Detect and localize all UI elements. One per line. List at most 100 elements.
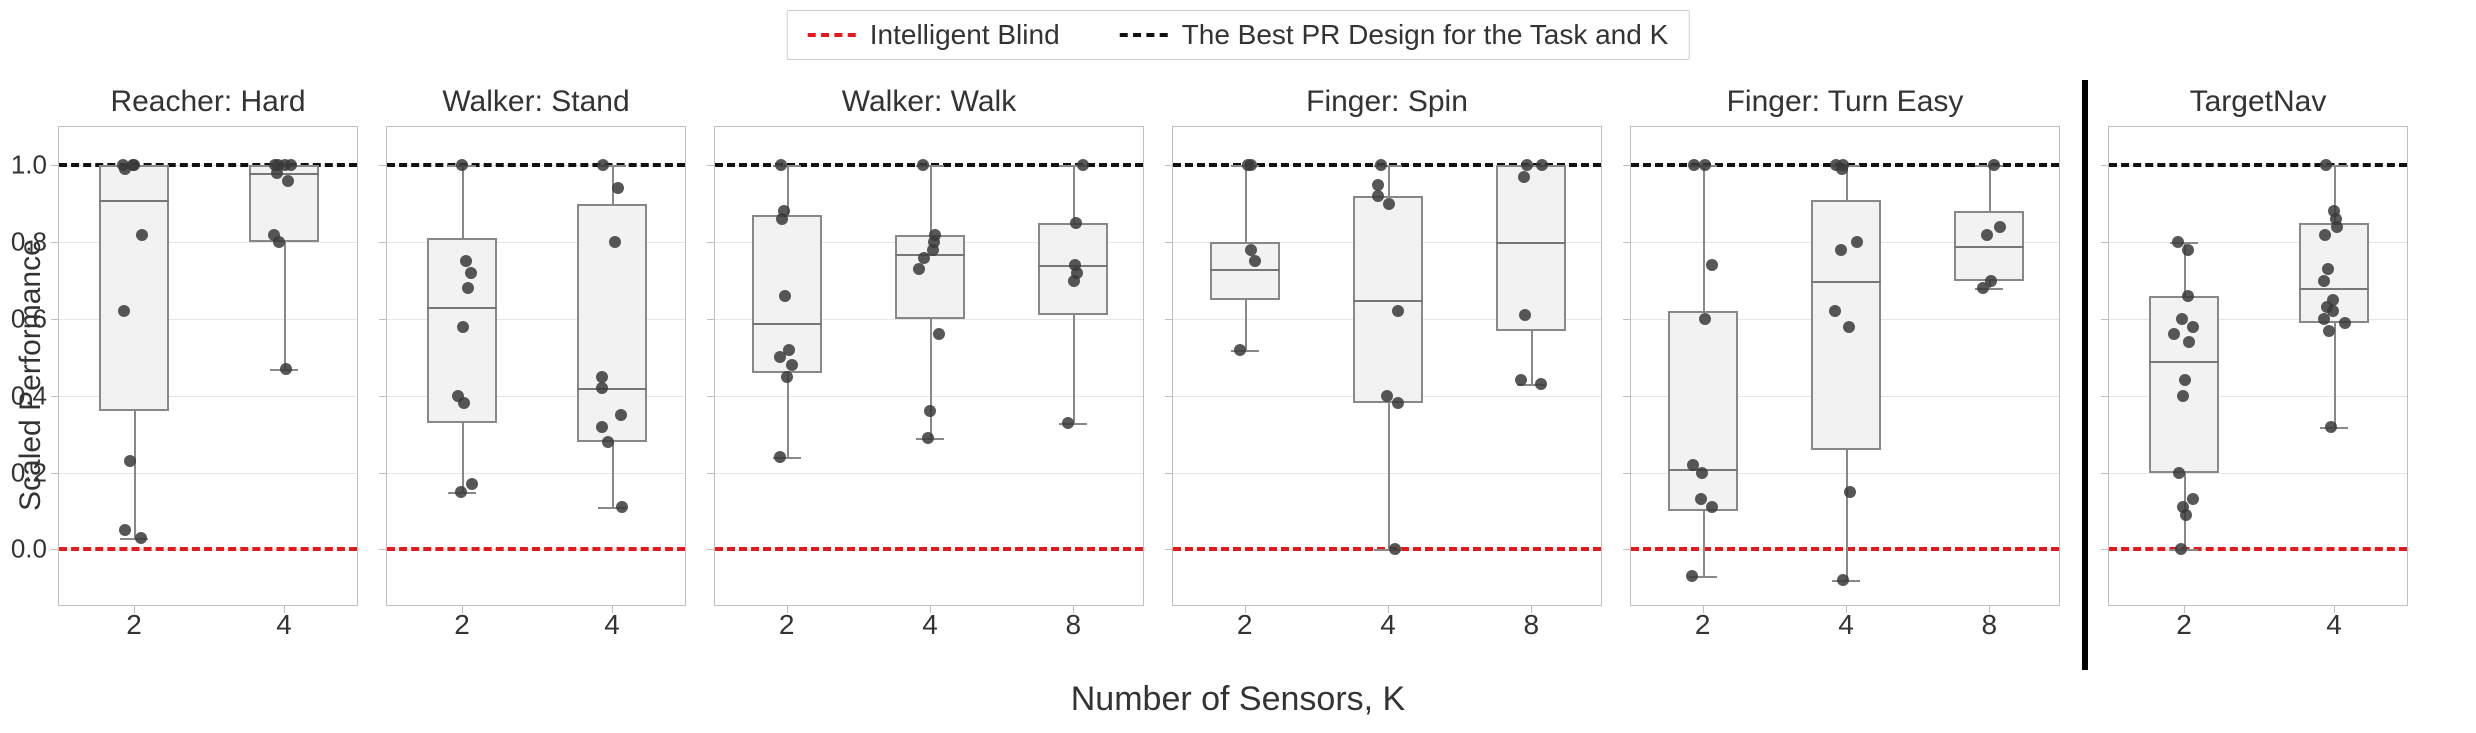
median-line bbox=[1954, 246, 2024, 248]
whisker-lower bbox=[284, 242, 286, 369]
data-point bbox=[929, 229, 941, 241]
data-point bbox=[1372, 190, 1384, 202]
box bbox=[1496, 165, 1566, 330]
data-point bbox=[778, 205, 790, 217]
data-point bbox=[1687, 459, 1699, 471]
y-tick bbox=[1623, 549, 1631, 550]
y-tick bbox=[1165, 396, 1173, 397]
ref-line-best bbox=[2109, 163, 2407, 167]
legend-label-best: The Best PR Design for the Task and K bbox=[1182, 19, 1669, 51]
data-point bbox=[1843, 321, 1855, 333]
legend-item-blind: Intelligent Blind bbox=[808, 19, 1060, 51]
figure: Intelligent Blind The Best PR Design for… bbox=[10, 10, 2466, 723]
whisker-upper bbox=[930, 165, 932, 234]
data-point bbox=[452, 390, 464, 402]
data-point bbox=[783, 344, 795, 356]
data-point bbox=[596, 371, 608, 383]
data-point bbox=[596, 421, 608, 433]
y-tick bbox=[1165, 549, 1173, 550]
median-line bbox=[2149, 361, 2219, 363]
data-point bbox=[2187, 321, 2199, 333]
data-point bbox=[282, 175, 294, 187]
data-point bbox=[786, 359, 798, 371]
x-tick-label: 2 bbox=[779, 609, 795, 641]
y-tick bbox=[1623, 242, 1631, 243]
x-axis-label: Number of Sensors, K bbox=[1071, 680, 1405, 719]
data-point bbox=[119, 524, 131, 536]
y-tick bbox=[707, 549, 715, 550]
data-point bbox=[1837, 574, 1849, 586]
ref-line-blind bbox=[387, 547, 685, 551]
x-ticks: 24 bbox=[2109, 609, 2407, 645]
data-point bbox=[280, 363, 292, 375]
data-point bbox=[775, 159, 787, 171]
panels-row: Scaled Performance Reacher: Hard0.00.20.… bbox=[10, 80, 2466, 670]
ref-line-blind bbox=[1631, 547, 2059, 551]
legend: Intelligent Blind The Best PR Design for… bbox=[787, 10, 1690, 60]
whisker-lower bbox=[1388, 403, 1390, 549]
data-point bbox=[1383, 198, 1395, 210]
x-tick-label: 2 bbox=[1237, 609, 1253, 641]
whisker-lower bbox=[134, 411, 136, 538]
box bbox=[99, 165, 169, 411]
whisker-upper bbox=[1703, 165, 1705, 311]
data-point bbox=[1994, 221, 2006, 233]
x-tick-label: 4 bbox=[276, 609, 292, 641]
median-line bbox=[249, 173, 319, 175]
y-tick bbox=[2101, 165, 2109, 166]
whisker-lower bbox=[787, 373, 789, 457]
data-point bbox=[1844, 486, 1856, 498]
gridline bbox=[59, 473, 357, 474]
panel-title: TargetNav bbox=[2109, 85, 2407, 119]
data-point bbox=[466, 478, 478, 490]
gridline bbox=[715, 396, 1143, 397]
whisker-upper bbox=[1073, 165, 1075, 223]
ref-line-best bbox=[387, 163, 685, 167]
data-point bbox=[1062, 417, 1074, 429]
data-point bbox=[1389, 543, 1401, 555]
x-tick-label: 2 bbox=[1695, 609, 1711, 641]
data-point bbox=[781, 371, 793, 383]
whisker-lower bbox=[1245, 300, 1247, 350]
x-tick-label: 8 bbox=[1982, 609, 1998, 641]
data-point bbox=[933, 328, 945, 340]
data-point bbox=[2323, 325, 2335, 337]
y-tick bbox=[2101, 473, 2109, 474]
panel-title: Walker: Walk bbox=[715, 85, 1143, 119]
x-ticks: 248 bbox=[1631, 609, 2059, 645]
data-point bbox=[2175, 543, 2187, 555]
data-point bbox=[615, 409, 627, 421]
panel-targetnav: TargetNav24 bbox=[2108, 126, 2408, 606]
whisker-lower bbox=[1073, 315, 1075, 423]
data-point bbox=[1070, 217, 1082, 229]
data-point bbox=[1245, 244, 1257, 256]
panel-separator bbox=[2082, 80, 2088, 670]
y-tick bbox=[707, 473, 715, 474]
y-tick bbox=[379, 396, 387, 397]
data-point bbox=[455, 486, 467, 498]
x-tick-label: 4 bbox=[922, 609, 938, 641]
y-tick-label: 0.4 bbox=[0, 380, 47, 411]
data-point bbox=[2325, 421, 2337, 433]
x-tick-label: 4 bbox=[604, 609, 620, 641]
y-tick bbox=[2101, 396, 2109, 397]
ref-line-blind bbox=[59, 547, 357, 551]
y-tick bbox=[1623, 473, 1631, 474]
data-point bbox=[465, 267, 477, 279]
legend-item-best: The Best PR Design for the Task and K bbox=[1120, 19, 1669, 51]
x-tick-label: 4 bbox=[2326, 609, 2342, 641]
y-tick bbox=[2101, 549, 2109, 550]
median-line bbox=[2299, 288, 2369, 290]
data-point bbox=[2176, 313, 2188, 325]
y-tick bbox=[707, 396, 715, 397]
data-point bbox=[457, 321, 469, 333]
panel-title: Finger: Turn Easy bbox=[1631, 85, 2059, 119]
x-ticks: 248 bbox=[1173, 609, 1601, 645]
y-tick bbox=[1623, 396, 1631, 397]
y-tick bbox=[1165, 242, 1173, 243]
data-point bbox=[2187, 493, 2199, 505]
data-point bbox=[779, 290, 791, 302]
legend-label-blind: Intelligent Blind bbox=[870, 19, 1060, 51]
data-point bbox=[602, 436, 614, 448]
data-point bbox=[2172, 236, 2184, 248]
